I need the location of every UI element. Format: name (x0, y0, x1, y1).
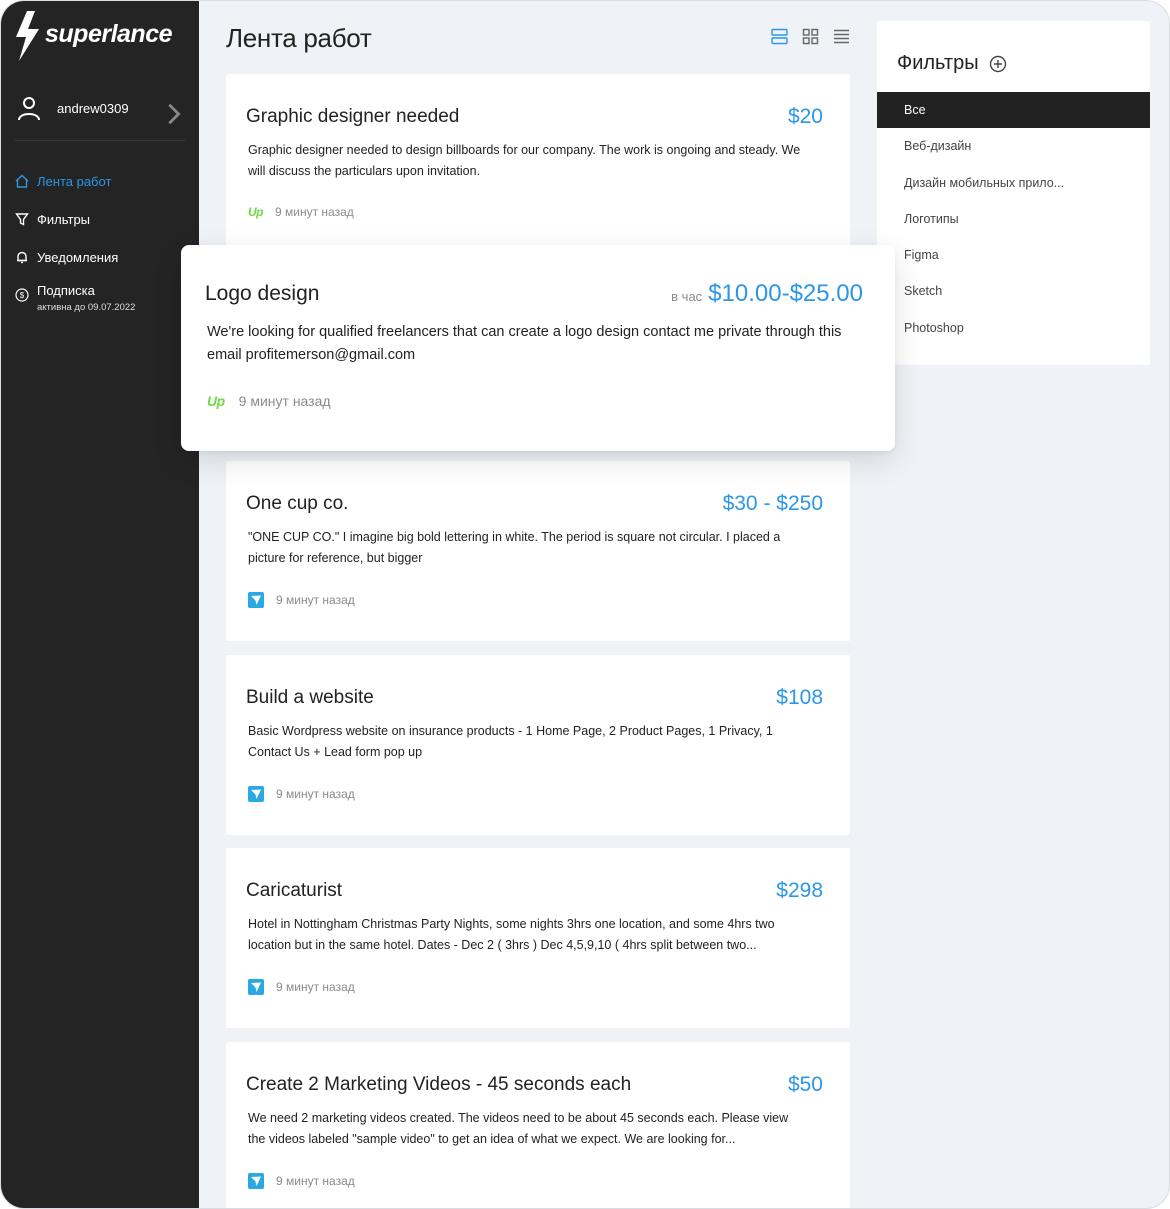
freelancer-logo-icon (248, 592, 264, 608)
brand-name: superlance (45, 19, 173, 48)
nav-label: Фильтры (37, 211, 91, 227)
user-menu[interactable]: andrew0309 (17, 91, 185, 125)
job-title[interactable]: Logo design (205, 282, 319, 306)
job-description: Graphic designer needed to design billbo… (248, 143, 801, 178)
job-price: $108 (776, 686, 823, 709)
featured-job-card[interactable]: Logo design в час $10.00-$25.00 We're lo… (181, 245, 895, 451)
job-meta: 9 минут назад (248, 979, 355, 995)
nav-item-filters[interactable]: Фильтры (15, 207, 195, 231)
job-time: 9 минут назад (276, 980, 355, 994)
job-description: "ONE CUP CO." I imagine big bold letteri… (248, 530, 781, 565)
job-title[interactable]: Build a website (246, 687, 374, 709)
nav-item-feed[interactable]: Лента работ (15, 169, 195, 193)
filters-panel: Фильтры Все Веб-дизайн Дизайн мобильных … (877, 21, 1150, 365)
filter-item-logos[interactable]: Логотипы (877, 201, 1150, 237)
filters-heading: Фильтры (897, 52, 979, 74)
job-title[interactable]: Graphic designer needed (246, 106, 459, 128)
nav-item-subscription[interactable]: $ Подписка активна до 09.07.2022 (15, 283, 195, 319)
filters-title: Фильтры (897, 52, 1007, 75)
home-icon (15, 174, 29, 188)
source (248, 979, 264, 995)
job-card[interactable]: Create 2 Marketing Videos - 45 seconds e… (226, 1042, 850, 1208)
job-price: $298 (776, 879, 823, 902)
sidebar-divider (15, 140, 185, 141)
freelancer-logo-icon (248, 1173, 264, 1189)
job-time: 9 минут назад (276, 1174, 355, 1188)
job-title[interactable]: Create 2 Marketing Videos - 45 seconds e… (246, 1074, 631, 1096)
dollar-icon: $ (15, 288, 29, 302)
job-price: в час $10.00-$25.00 (671, 280, 863, 308)
filter-item-web-design[interactable]: Веб-дизайн (877, 128, 1150, 164)
job-title[interactable]: Caricaturist (246, 880, 342, 902)
filter-item-sketch[interactable]: Sketch (877, 273, 1150, 309)
price-amount: $10.00-$25.00 (708, 280, 863, 307)
job-description: Hotel in Nottingham Christmas Party Nigh… (248, 917, 775, 952)
upwork-logo-icon: Up (207, 393, 225, 409)
view-switcher (771, 28, 850, 45)
nav-label: Подписка (37, 283, 95, 298)
job-meta: 9 минут назад (248, 786, 355, 802)
compact-view-icon[interactable] (833, 28, 850, 45)
upwork-logo-icon: Up (248, 205, 264, 219)
add-filter-icon[interactable] (989, 55, 1007, 73)
page-title: Лента работ (226, 23, 372, 53)
chevron-right-icon (168, 103, 181, 125)
job-meta: Up 9 минут назад (207, 393, 331, 409)
user-icon (18, 97, 40, 121)
job-meta: 9 минут назад (248, 1173, 355, 1189)
job-card[interactable]: Graphic designer needed $20 Graphic desi… (226, 74, 850, 249)
lightning-icon (16, 11, 39, 61)
filter-list: Все Веб-дизайн Дизайн мобильных прило...… (877, 92, 1150, 346)
filter-icon (15, 213, 29, 226)
job-price: $30 - $250 (722, 492, 823, 515)
source (248, 786, 264, 802)
job-time: 9 минут назад (238, 393, 331, 409)
sidebar-nav: Лента работ Фильтры Уведомления $ Подпис… (15, 169, 195, 333)
grid-view-icon[interactable] (802, 28, 819, 45)
sidebar: superlance andrew0309 Лента работ Фильтр… (1, 1, 199, 1208)
job-meta: 9 минут назад (248, 592, 355, 608)
job-time: 9 минут назад (276, 787, 355, 801)
price-rate: в час (671, 289, 703, 304)
job-description: We need 2 marketing videos created. The … (248, 1111, 789, 1146)
job-price: $50 (787, 1073, 823, 1096)
bell-icon (17, 251, 27, 264)
filter-item-figma[interactable]: Figma (877, 237, 1150, 273)
job-time: 9 минут назад (276, 593, 355, 607)
filter-item-photoshop[interactable]: Photoshop (877, 310, 1150, 346)
list-view-icon[interactable] (771, 28, 788, 45)
username: andrew0309 (57, 100, 129, 116)
freelancer-logo-icon (248, 786, 264, 802)
job-card[interactable]: One cup co. $30 - $250 "ONE CUP CO." I i… (226, 461, 850, 641)
job-description: We're looking for qualified freelancers … (207, 324, 842, 363)
job-card[interactable]: Caricaturist $298 Hotel in Nottingham Ch… (226, 848, 850, 1028)
nav-item-notifications[interactable]: Уведомления (15, 245, 195, 269)
source (248, 1173, 264, 1189)
brand-logo[interactable]: superlance (13, 11, 173, 61)
job-meta: Up 9 минут назад (248, 205, 354, 219)
job-description: Basic Wordpress website on insurance pro… (248, 724, 773, 759)
filter-item-mobile-design[interactable]: Дизайн мобильных прило... (877, 165, 1150, 201)
source (248, 592, 264, 608)
job-price: $20 (787, 105, 823, 128)
nav-label: Лента работ (37, 173, 112, 189)
source-label: Up (248, 205, 264, 219)
subscription-status: активна до 09.07.2022 (37, 302, 136, 313)
job-time: 9 минут назад (275, 205, 354, 219)
svg-text:$: $ (20, 291, 25, 300)
job-title[interactable]: One cup co. (246, 493, 348, 515)
nav-label: Уведомления (37, 249, 119, 265)
app-frame: superlance andrew0309 Лента работ Фильтр… (0, 0, 1170, 1209)
job-card[interactable]: Build a website $108 Basic Wordpress web… (226, 655, 850, 835)
source-label: Up (207, 393, 225, 409)
freelancer-logo-icon (248, 979, 264, 995)
filter-item-all[interactable]: Все (877, 92, 1150, 129)
